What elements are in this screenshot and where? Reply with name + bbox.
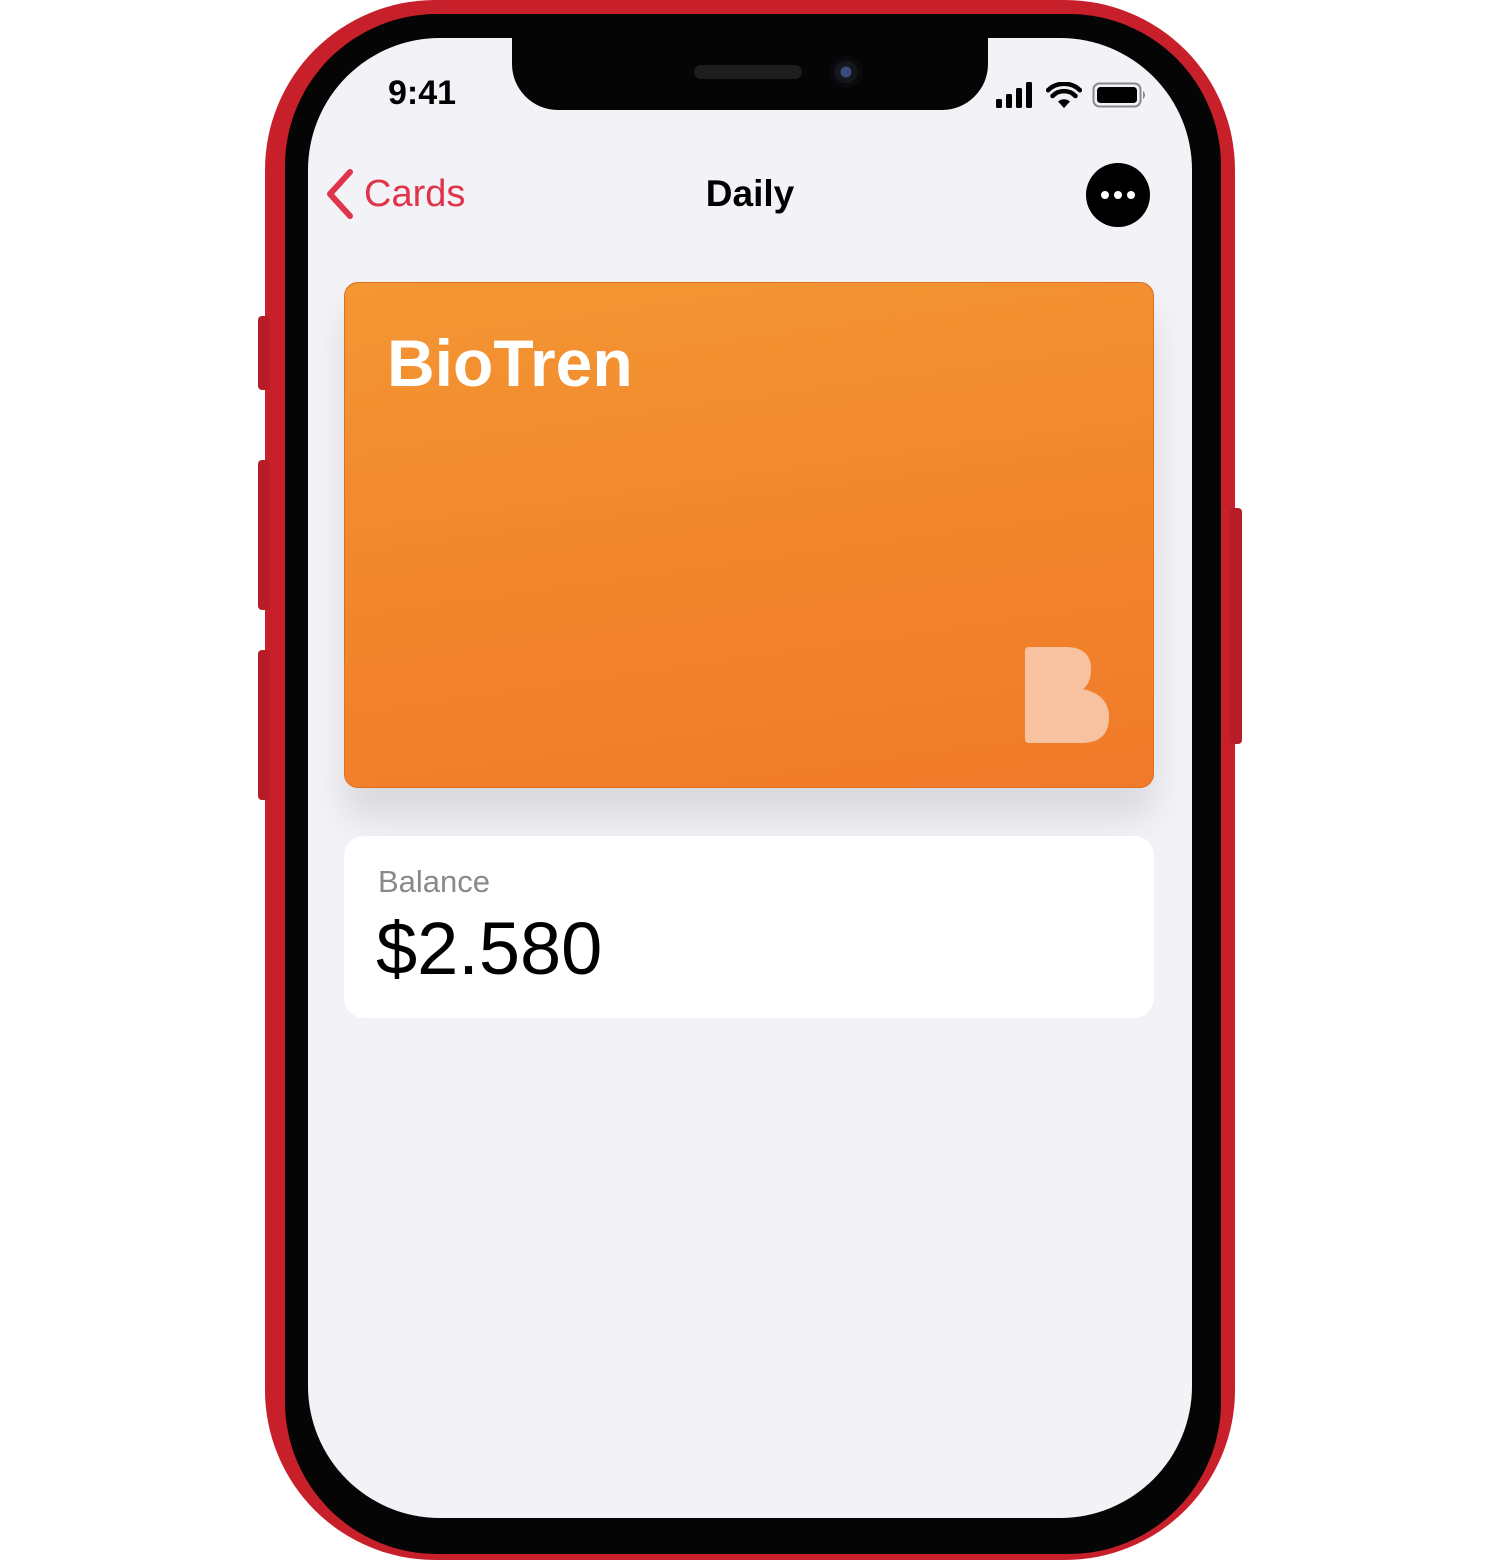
ellipsis-icon	[1101, 191, 1109, 199]
notch	[512, 38, 988, 110]
silent-switch	[258, 316, 270, 390]
screen: 9:41 Cards Daily BioTren Balance $2.580	[308, 38, 1192, 1518]
balance-label: Balance	[378, 864, 491, 899]
biotren-logo-icon	[1025, 647, 1109, 743]
balance-panel: Balance $2.580	[344, 836, 1154, 1018]
status-icons	[996, 80, 1148, 110]
volume-down-button	[258, 650, 270, 800]
navigation-bar: Cards Daily	[308, 158, 1192, 232]
power-button	[1230, 508, 1242, 744]
card-name: BioTren	[387, 326, 633, 400]
battery-icon	[1092, 82, 1145, 108]
status-time: 9:41	[388, 74, 457, 112]
speaker-grille	[694, 65, 802, 79]
volume-up-button	[258, 460, 270, 610]
balance-value: $2.580	[376, 907, 603, 990]
payment-card[interactable]: BioTren	[344, 282, 1154, 788]
cellular-signal-icon	[996, 82, 1032, 108]
page-title: Daily	[705, 173, 795, 214]
camera-icon	[830, 56, 862, 88]
more-options-button[interactable]	[1086, 163, 1150, 227]
wifi-icon	[1046, 82, 1082, 108]
